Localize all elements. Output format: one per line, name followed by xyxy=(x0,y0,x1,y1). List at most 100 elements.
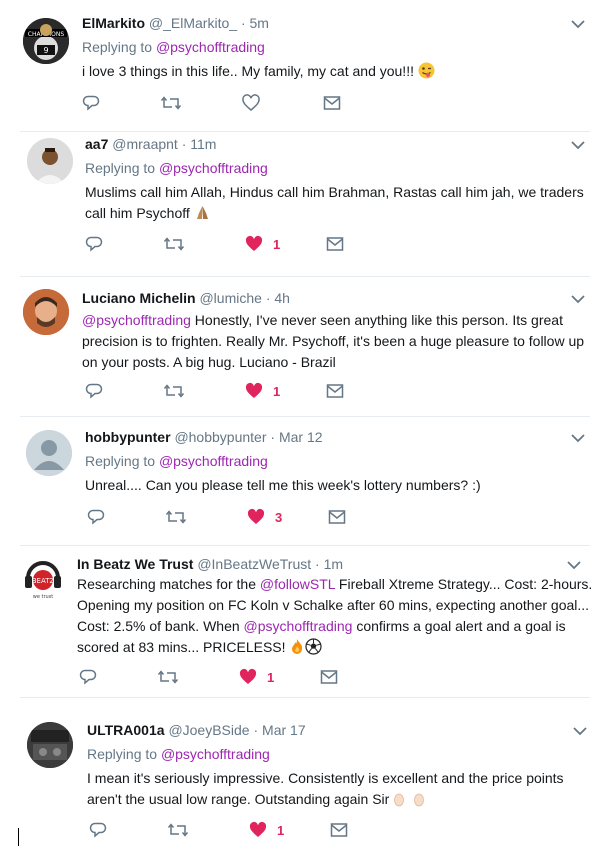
chevron-down-icon[interactable] xyxy=(571,140,585,150)
reply-mention-link[interactable]: @psychofftrading xyxy=(161,746,270,762)
display-name[interactable]: ElMarkito xyxy=(82,15,145,31)
tweet-text-line: confirms a goal alert and a goal is xyxy=(352,618,566,634)
like-button[interactable] xyxy=(242,93,260,113)
handle[interactable]: @hobbypunter xyxy=(174,429,266,445)
tweet-text: Unreal.... Can you please tell me this w… xyxy=(85,475,481,496)
reply-icon xyxy=(82,95,100,111)
chevron-down-icon[interactable] xyxy=(571,433,585,443)
clapping-hands-emoji-icon xyxy=(394,793,405,807)
display-name[interactable]: ULTRA001a xyxy=(87,722,165,738)
mention-link[interactable]: @psychofftrading xyxy=(244,618,353,634)
reply-button[interactable] xyxy=(85,381,103,401)
tweet-actions: 3 xyxy=(87,507,377,527)
retweet-button[interactable] xyxy=(163,381,185,401)
like-button[interactable]: 1 xyxy=(239,667,274,687)
like-button[interactable]: 1 xyxy=(245,381,280,401)
timestamp[interactable]: · 11m xyxy=(182,136,217,152)
replying-to-label: Replying to xyxy=(85,160,156,176)
mention-link[interactable]: @followSTL xyxy=(260,576,335,592)
retweet-button[interactable] xyxy=(165,507,187,527)
like-count: 1 xyxy=(267,669,275,685)
reply-icon xyxy=(79,669,97,685)
retweet-button[interactable] xyxy=(160,93,182,113)
like-count: 1 xyxy=(273,383,281,399)
replying-to-label: Replying to xyxy=(87,746,158,762)
tweet-header: aa7 @mraapnt · 11m xyxy=(85,136,216,152)
clapping-hands-emoji-icon xyxy=(414,793,425,807)
direct-message-button[interactable] xyxy=(323,93,341,113)
timestamp[interactable]: · 1m xyxy=(315,556,343,572)
avatar[interactable] xyxy=(23,289,69,335)
text-cursor xyxy=(18,828,19,846)
direct-message-button[interactable] xyxy=(328,507,346,527)
reply-button[interactable] xyxy=(87,507,105,527)
avatar[interactable] xyxy=(27,138,73,184)
tweet-text: i love 3 things in this life.. My family… xyxy=(82,61,435,82)
direct-message-button[interactable] xyxy=(330,820,348,840)
divider xyxy=(20,276,590,277)
handle[interactable]: @JoeyBSide xyxy=(168,722,249,738)
handle[interactable]: @InBeatzWeTrust xyxy=(197,556,311,572)
tweet-actions: 1 xyxy=(79,667,369,687)
retweet-button[interactable] xyxy=(167,820,189,840)
direct-message-button[interactable] xyxy=(326,234,344,254)
retweet-icon xyxy=(163,237,185,251)
replying-to: Replying to @psychofftrading xyxy=(85,160,268,176)
fire-emoji-icon xyxy=(292,639,303,654)
chevron-down-icon[interactable] xyxy=(567,560,581,570)
tweet-actions: 1 xyxy=(89,820,379,840)
divider xyxy=(20,545,590,546)
chevron-down-icon[interactable] xyxy=(571,19,585,29)
timestamp[interactable]: · Mar 17 xyxy=(253,722,305,738)
like-button[interactable]: 3 xyxy=(247,507,282,527)
display-name[interactable]: hobbypunter xyxy=(85,429,171,445)
timestamp[interactable]: · 4h xyxy=(266,290,290,306)
replying-to-label: Replying to xyxy=(85,453,156,469)
timestamp[interactable]: · Mar 12 xyxy=(270,429,322,445)
retweet-button[interactable] xyxy=(157,667,179,687)
avatar[interactable] xyxy=(27,722,73,768)
timestamp[interactable]: · 5m xyxy=(241,15,269,31)
reply-button[interactable] xyxy=(82,93,100,113)
like-button[interactable]: 1 xyxy=(245,234,280,254)
retweet-icon xyxy=(167,823,189,837)
retweet-button[interactable] xyxy=(163,234,185,254)
reply-icon xyxy=(87,509,105,525)
replying-to-label: Replying to xyxy=(82,39,153,55)
reply-button[interactable] xyxy=(85,234,103,254)
reply-mention-link[interactable]: @psychofftrading xyxy=(159,453,268,469)
svg-text:9: 9 xyxy=(43,46,48,55)
like-button[interactable]: 1 xyxy=(249,820,284,840)
display-name[interactable]: aa7 xyxy=(85,136,108,152)
heart-icon xyxy=(245,382,263,398)
handle[interactable]: @mraapnt xyxy=(112,136,178,152)
display-name[interactable]: In Beatz We Trust xyxy=(77,556,193,572)
svg-text:BEATZ: BEATZ xyxy=(32,577,55,585)
like-count: 1 xyxy=(277,822,285,838)
direct-message-icon xyxy=(323,96,341,110)
mention-link[interactable]: @psychofftrading xyxy=(82,312,191,328)
display-name[interactable]: Luciano Michelin xyxy=(82,290,196,306)
avatar[interactable]: BEATZ we trust xyxy=(20,556,66,602)
tweet-text-line: aren't the usual low range. Outstanding … xyxy=(87,791,394,807)
chevron-down-icon[interactable] xyxy=(573,726,587,736)
direct-message-icon xyxy=(326,384,344,398)
reply-button[interactable] xyxy=(89,820,107,840)
heart-icon xyxy=(249,821,267,837)
handle[interactable]: @lumiche xyxy=(199,290,261,306)
chevron-down-icon[interactable] xyxy=(571,294,585,304)
reply-mention-link[interactable]: @psychofftrading xyxy=(156,39,265,55)
avatar[interactable] xyxy=(26,430,72,476)
avatar[interactable]: 9CHAMPIONS xyxy=(23,18,69,64)
tweet-header: In Beatz We Trust @InBeatzWeTrust · 1m xyxy=(77,556,343,572)
handle[interactable]: @_ElMarkito_ xyxy=(149,15,237,31)
reply-button[interactable] xyxy=(79,667,97,687)
direct-message-button[interactable] xyxy=(320,667,338,687)
divider xyxy=(20,416,590,417)
tweet-text-line: Cost: 2.5% of bank. When xyxy=(77,618,244,634)
reply-mention-link[interactable]: @psychofftrading xyxy=(159,160,268,176)
direct-message-button[interactable] xyxy=(326,381,344,401)
replying-to: Replying to @psychofftrading xyxy=(85,453,268,469)
tweet-text-line: Researching matches for the xyxy=(77,576,260,592)
reply-icon xyxy=(89,822,107,838)
